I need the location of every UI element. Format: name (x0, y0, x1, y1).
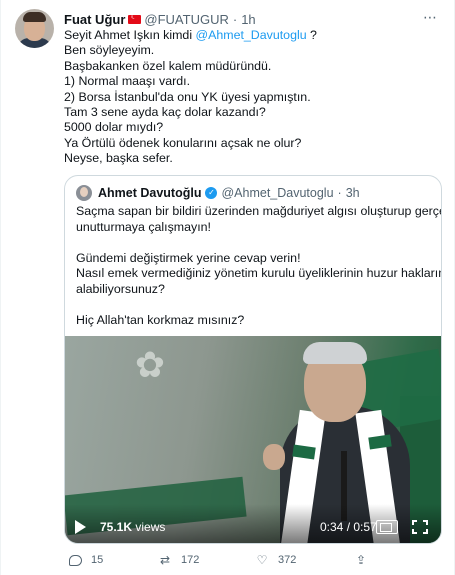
tweet-text-line: Tam 3 sene ayda kaç dolar kazandı? (64, 104, 266, 119)
quoted-avatar (76, 185, 92, 201)
author-name[interactable]: Fuat Uğur (64, 12, 125, 27)
fullscreen-icon[interactable] (412, 520, 428, 534)
quoted-tweet-header: Ahmet Davutoğlu ✓ @Ahmet_Davutoglu · 3h (76, 184, 360, 202)
quoted-text-line: unutturmaya çalışmayın! (76, 219, 211, 234)
quoted-tweet-text: Saçma sapan bir bildiri üzerinden mağdur… (76, 204, 442, 329)
tweet-text: Seyit Ahmet Işkın kimdi @Ahmet_Davutoglu… (64, 28, 439, 167)
quoted-text-line: Gündemi değiştirmek yerine cevap verin! (76, 250, 301, 265)
share-icon: ⇪ (355, 553, 367, 567)
mention-link[interactable]: @Ahmet_Davutoglu (196, 28, 307, 42)
tweet-text-line: Seyit Ahmet Işkın kimdi @Ahmet_Davutoglu… (64, 28, 317, 42)
tweet-text-line: Neyse, başka sefer. (64, 151, 173, 166)
verified-badge-icon: ✓ (205, 187, 218, 199)
tweet-text-line: Başbakanken özel kalem müdüründü. (64, 58, 272, 73)
video-controls: 75.1K views 0:34 / 0:57 (65, 504, 441, 543)
tweet-text-line: Ya Örtülü ödenek konularını açsak ne olu… (64, 135, 302, 150)
quoted-text-line: Hiç Allah'tan korkmaz mısınız? (76, 313, 245, 328)
quoted-text-line: alabiliyorsunuz? (76, 281, 165, 296)
tweet-text-line: Ben söyleyeyim. (64, 43, 155, 58)
avatar[interactable] (15, 9, 54, 48)
tweet-time[interactable]: 1h (241, 12, 255, 27)
author-handle[interactable]: @FUATUGUR (144, 12, 228, 27)
tweet-text-line: 5000 dolar mıydı? (64, 120, 164, 135)
share-button[interactable]: ⇪ (353, 551, 377, 569)
separator-dot: · (337, 186, 342, 200)
play-icon[interactable] (75, 520, 86, 534)
retweet-icon: ⇄ (159, 553, 171, 567)
more-options-icon[interactable]: ⋯ (420, 8, 440, 28)
picture-in-picture-icon[interactable] (376, 520, 398, 534)
reply-button[interactable]: 15 (67, 551, 103, 569)
like-button[interactable]: ♡ 372 (254, 551, 297, 569)
quoted-text-line: Nasıl emek vermediğiniz yönetim kurulu ü… (76, 266, 442, 281)
quoted-author-name: Ahmet Davutoğlu (98, 186, 202, 200)
video-player[interactable]: ✿ 75.1K views 0:34 / 0:57 (65, 336, 441, 543)
quoted-tweet-time: 3h (345, 186, 360, 200)
leaf-logo-icon: ✿ (134, 345, 166, 386)
reply-icon (67, 552, 83, 568)
like-count: 372 (278, 554, 297, 566)
view-count: 75.1K views (100, 520, 166, 534)
reply-count: 15 (91, 554, 104, 566)
retweet-count: 172 (181, 554, 200, 566)
turkey-flag-icon (128, 12, 142, 24)
quoted-tweet[interactable]: Ahmet Davutoğlu ✓ @Ahmet_Davutoglu · 3h … (64, 175, 442, 544)
tweet-text-line: 1) Normal maaşı vardı. (64, 74, 191, 89)
quoted-text-line: Saçma sapan bir bildiri üzerinden mağdur… (76, 204, 442, 218)
video-time: 0:34 / 0:57 (320, 520, 377, 534)
quoted-author-handle: @Ahmet_Davutoglu (221, 186, 334, 200)
heart-icon: ♡ (256, 553, 268, 567)
tweet-text-line: 2) Borsa İstanbul'da onu YK üyesi yapmış… (64, 89, 311, 104)
separator-dot: · (232, 11, 238, 27)
tweet-header: Fuat Uğur @FUATUGUR · 1h (64, 10, 256, 28)
tweet[interactable]: Fuat Uğur @FUATUGUR · 1h ⋯ Seyit Ahmet I… (0, 0, 455, 575)
retweet-button[interactable]: ⇄ 172 (157, 551, 199, 569)
tweet-actions: 15 ⇄ 172 ♡ 372 ⇪ (64, 551, 442, 569)
